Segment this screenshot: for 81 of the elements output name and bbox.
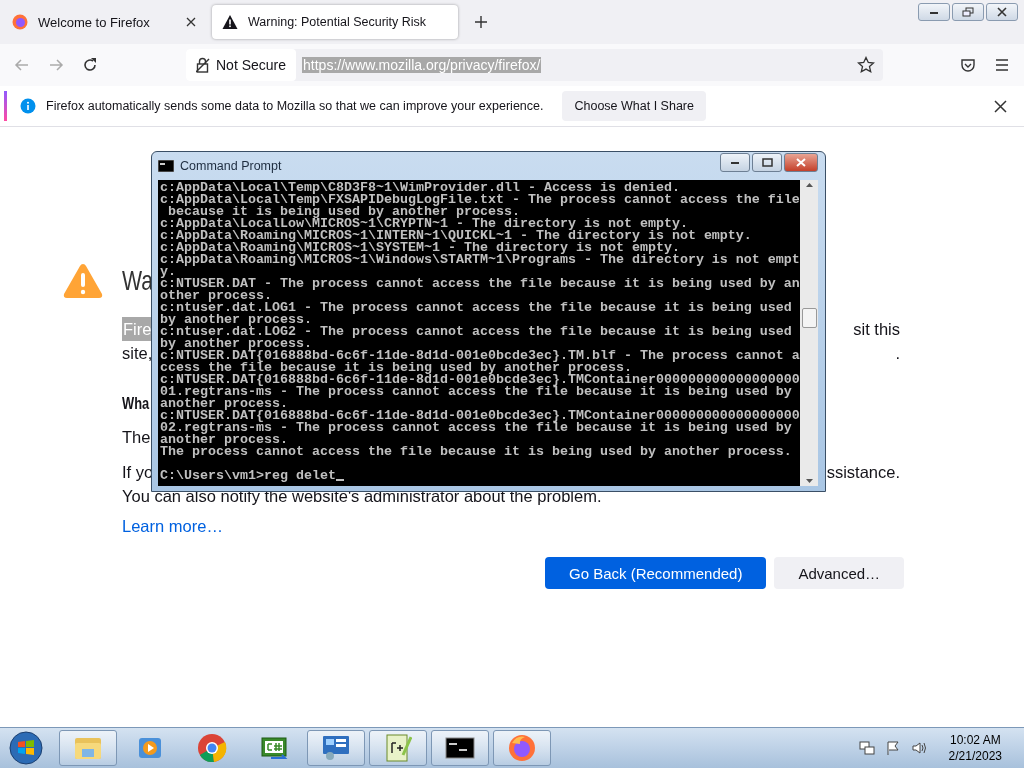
console-line: y.: [160, 266, 176, 278]
restore-icon: [962, 7, 974, 17]
console-line: c:NTUSER.DAT{016888bd-6c6f-11de-8d1d-001e0bcde3ec}.TMContainer000000000000000000: [160, 374, 801, 386]
minimize-icon: [730, 159, 740, 165]
firefox-icon: [12, 14, 28, 30]
reload-icon[interactable]: [82, 57, 98, 73]
console-line: c:AppData\Roaming\MICROS~1\INTERN~1\QUICKL~1 - The directory is not empty.: [160, 230, 753, 242]
console-line: by another process.: [160, 314, 313, 326]
console-line: The process cannot access the file because it is being used by another process.: [160, 446, 793, 458]
close-icon[interactable]: [186, 17, 196, 27]
folder-icon[interactable]: [59, 730, 117, 766]
site-security-button[interactable]: Not Secure: [186, 49, 297, 81]
console-line: other process.: [160, 290, 272, 302]
console-line: c:AppData\LocalLow\MICROS~1\CRYPTN~1 - The directory is not empty.: [160, 218, 688, 230]
console-line: c:ntuser.dat.LOG2 - The process cannot access the file because it is being used: [160, 326, 793, 338]
menu-icon[interactable]: [994, 57, 1010, 73]
warning-icon: [62, 262, 104, 300]
console-prompt[interactable]: C:\Users\vm1>reg delet: [160, 470, 336, 482]
close-icon: [796, 157, 806, 167]
window-title: Command Prompt: [180, 159, 282, 173]
advanced-button[interactable]: Advanced…: [774, 557, 905, 589]
scrollbar-thumb[interactable]: [801, 308, 817, 328]
pocket-icon[interactable]: [960, 57, 976, 73]
console-line: 02.regtrans-ms - The process cannot access the file because it is being used by: [160, 422, 792, 434]
clock-time: 10:02 AM: [949, 732, 1001, 748]
minimize-button[interactable]: [918, 3, 950, 21]
console-line: 01.regtrans-ms - The process cannot access the file because it is being used by: [160, 386, 792, 398]
console-line: c:ntuser.dat.LOG1 - The process cannot access the file because it is being used: [160, 302, 793, 314]
maximize-icon: [761, 157, 773, 167]
console-line: c:AppData\Local\Temp\FXSAPIDebugLogFile.txt - The process cannot access the file: [160, 194, 801, 206]
console-line: c:AppData\Roaming\MICROS~1\SYSTEM~1 - The directory is not empty.: [160, 242, 680, 254]
section-heading: Wha: [122, 393, 150, 414]
console-line: another process.: [160, 434, 288, 446]
scroll-up-icon[interactable]: [805, 183, 813, 187]
body-text: The: [122, 427, 151, 448]
console-line: c:AppData\Local\Temp\C8D3F8~1\WimProvider.dll - Access is denied.: [160, 182, 681, 194]
close-icon[interactable]: [994, 99, 1007, 113]
start-button[interactable]: [6, 730, 46, 766]
plus-icon[interactable]: [474, 15, 488, 29]
console-icon: [158, 160, 174, 172]
info-icon: [20, 98, 36, 114]
body-text: .: [895, 343, 900, 364]
console-line: c:NTUSER.DAT{016888bd-6c6f-11de-8d1d-001e0bcde3ec}.TM.blf - The process cannot a: [160, 350, 801, 362]
console-line: c:NTUSER.DAT - The process cannot access the file because it is being used by an: [160, 278, 801, 290]
body-text: sit this: [853, 319, 900, 340]
console-line: ccess the file because it is being used by another process.: [160, 362, 632, 374]
go-back-button[interactable]: Go Back (Recommended): [545, 557, 767, 589]
console-line: because it is being used by another process.: [168, 206, 520, 218]
text-cursor: [335, 479, 344, 481]
browser-icon[interactable]: [493, 730, 551, 766]
warning-icon: [222, 14, 238, 30]
body-text: site,: [122, 343, 153, 364]
body-text: Fire: [122, 317, 153, 341]
choose-what-i-share-button[interactable]: Choose What I Share: [562, 91, 706, 121]
minimize-icon: [929, 9, 939, 15]
browser-tab[interactable]: Warning: Potential Security Risk: [212, 5, 458, 39]
network-icon[interactable]: [858, 740, 875, 756]
scroll-down-icon[interactable]: [805, 479, 813, 483]
page-heading: Wa: [122, 264, 154, 298]
notification-message: Firefox automatically sends some data to Mozilla so that we can improve your experience.: [46, 99, 544, 113]
body-text: ssistance.: [826, 462, 900, 483]
browser-tab[interactable]: Welcome to Firefox: [2, 5, 206, 39]
learn-more-link[interactable]: Learn more…: [122, 514, 223, 538]
lock-icon: [196, 57, 210, 73]
terminal-icon[interactable]: [431, 730, 489, 766]
system-clock[interactable]: 10:02 AM 2/21/2023: [948, 732, 1002, 764]
console-line: c:AppData\Roaming\MICROS~1\Windows\STARTM~1\Programs - The directory is not empt: [160, 254, 801, 266]
star-icon[interactable]: [857, 56, 875, 74]
close-button[interactable]: [986, 3, 1018, 21]
clock-date: 2/21/2023: [948, 748, 1002, 764]
close-icon: [997, 7, 1007, 17]
console-line: another process.: [160, 398, 288, 410]
flag-icon[interactable]: [884, 740, 901, 756]
console-line: c:NTUSER.DAT{016888bd-6c6f-11de-8d1d-001e0bcde3ec}.TMContainer000000000000000000: [160, 410, 801, 422]
console-line: by another process.: [160, 338, 312, 350]
control-panel-icon[interactable]: [307, 730, 365, 766]
minimize-button[interactable]: [720, 152, 750, 172]
maximize-button[interactable]: [752, 152, 782, 172]
speaker-icon[interactable]: [910, 740, 927, 756]
notepad-icon[interactable]: [369, 730, 427, 766]
close-button[interactable]: [784, 152, 818, 172]
